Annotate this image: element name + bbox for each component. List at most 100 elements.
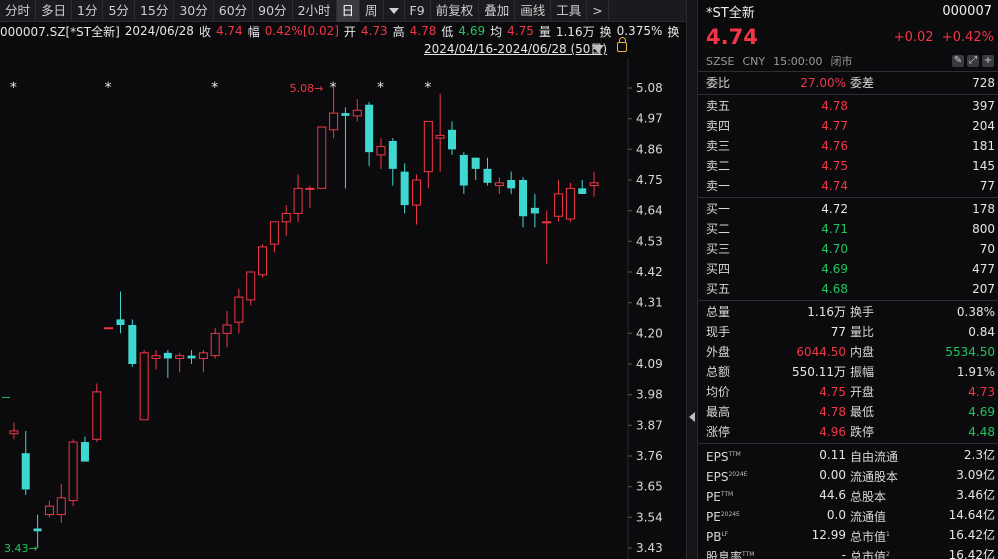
ask-volume: 397 bbox=[972, 99, 995, 113]
ask-price: 4.77 bbox=[821, 119, 848, 133]
add-icon[interactable]: + bbox=[982, 55, 994, 67]
stat-value: 4.75 bbox=[819, 385, 846, 399]
edit-icon[interactable]: ✎ bbox=[952, 55, 964, 67]
period-tab-9[interactable]: 日 bbox=[336, 0, 361, 22]
candle-body bbox=[435, 134, 445, 139]
bid-price: 4.70 bbox=[821, 242, 848, 256]
ask-row[interactable]: 卖三 4.76 181 bbox=[698, 136, 998, 156]
event-star-mark: * bbox=[377, 80, 384, 96]
period-tab-14[interactable]: 画线 bbox=[515, 0, 552, 22]
symbol-label: 000007.SZ[*ST全新] bbox=[0, 24, 120, 39]
close-label: 收 bbox=[198, 24, 211, 39]
candle-body bbox=[246, 271, 256, 301]
ask-price: 4.76 bbox=[821, 139, 848, 153]
price-change: +0.02 +0.42% bbox=[894, 30, 994, 45]
candle-body bbox=[519, 180, 528, 217]
period-tab-5[interactable]: 30分 bbox=[174, 0, 214, 22]
lock-icon[interactable] bbox=[617, 37, 627, 52]
bid-row[interactable]: 买二 4.71 800 bbox=[698, 219, 998, 239]
kline-svg[interactable]: 5.08 4.97 4.86 4.75 4.64 4.53 4.42 4.31 4.20 4.09… bbox=[0, 58, 686, 559]
period-tab-10[interactable]: 周 bbox=[360, 0, 384, 22]
candle-body bbox=[9, 430, 19, 435]
period-tab-13[interactable]: 叠加 bbox=[479, 0, 516, 22]
candle-body bbox=[448, 129, 456, 150]
bid-row[interactable]: 买三 4.70 70 bbox=[698, 239, 998, 259]
period-tab-3[interactable]: 5分 bbox=[103, 0, 135, 22]
ask-label: 卖五 bbox=[706, 99, 731, 113]
period-tab-0[interactable]: 分时 bbox=[0, 0, 37, 22]
candle-body bbox=[163, 352, 172, 359]
ask-label: 卖一 bbox=[706, 179, 731, 193]
event-star-mark: * bbox=[105, 80, 112, 96]
panel-divider[interactable] bbox=[686, 0, 698, 559]
low-value: 4.69 bbox=[458, 24, 486, 38]
ask-row[interactable]: 卖一 4.74 77 bbox=[698, 176, 998, 196]
period-tab-8[interactable]: 2小时 bbox=[293, 0, 337, 22]
bid-volume: 477 bbox=[972, 262, 995, 276]
fundamental-value: 16.42亿 bbox=[948, 528, 995, 542]
stat-label: 最高 bbox=[706, 405, 731, 419]
range-dropdown-icon[interactable] bbox=[592, 45, 604, 53]
ask-volume: 77 bbox=[979, 179, 995, 193]
period-tab-6[interactable]: 60分 bbox=[214, 0, 254, 22]
close-value: 4.74 bbox=[215, 24, 243, 38]
candle-body bbox=[258, 246, 268, 276]
candle-body bbox=[269, 221, 279, 245]
fundamentals-table: EPSTTM 0.11 自由流通 2.3亿 EPS2024E 0.00 流通股本 3.09亿 P… bbox=[698, 445, 998, 559]
fundamental-label: 流通值 bbox=[850, 510, 887, 524]
candle-body bbox=[317, 126, 327, 189]
fundamental-value: 12.99 bbox=[811, 528, 846, 542]
kline-chart[interactable]: 5.08 4.97 4.86 4.75 4.64 4.53 4.42 4.31 4.20 4.09… bbox=[0, 58, 686, 559]
bid-row[interactable]: 买一 4.72 178 bbox=[698, 199, 998, 219]
candle-body bbox=[139, 352, 149, 421]
date-range-selector[interactable]: 2024/04/16-2024/06/28 (50日) bbox=[424, 40, 607, 58]
stat-row: 现手 77 量比 0.84 bbox=[698, 322, 998, 342]
candle-body bbox=[578, 188, 587, 194]
stat-row: 总额 550.11万 振幅 1.91% bbox=[698, 362, 998, 382]
stat-row: 最高 4.78 最低 4.69 bbox=[698, 402, 998, 422]
period-more-dropdown[interactable] bbox=[384, 0, 405, 22]
period-tab-15[interactable]: 工具 bbox=[551, 0, 588, 22]
bid-row[interactable]: 买四 4.69 477 bbox=[698, 259, 998, 279]
stat-label: 振幅 bbox=[850, 365, 875, 379]
ask-price: 4.75 bbox=[821, 159, 848, 173]
fundamental-row: EPSTTM 0.11 自由流通 2.3亿 bbox=[698, 445, 998, 465]
ask-row[interactable]: 卖二 4.75 145 bbox=[698, 156, 998, 176]
y-tick-label: 4.09 bbox=[636, 357, 663, 371]
open-value: 4.73 bbox=[360, 24, 388, 38]
fundamental-value: 0.11 bbox=[819, 448, 846, 462]
period-tab-7[interactable]: 90分 bbox=[253, 0, 293, 22]
candle-body bbox=[293, 187, 303, 214]
ask-label: 卖四 bbox=[706, 119, 731, 133]
collapse-arrow-icon[interactable] bbox=[689, 412, 695, 422]
bid-volume: 70 bbox=[979, 242, 995, 256]
ask-row[interactable]: 卖四 4.77 204 bbox=[698, 116, 998, 136]
kline-info-row: 000007.SZ[*ST全新] 2024/06/28 收 4.74 幅 0.42%… bbox=[0, 22, 686, 40]
period-tab-11[interactable]: F9 bbox=[405, 0, 431, 22]
ratio-label: 委比 bbox=[706, 76, 731, 90]
stat-label: 总量 bbox=[706, 305, 731, 319]
date-label: 2024/06/28 bbox=[124, 24, 194, 38]
fundamental-value: 14.64亿 bbox=[948, 508, 995, 522]
bid-row[interactable]: 买五 4.68 207 bbox=[698, 279, 998, 299]
stat-value: 4.96 bbox=[819, 425, 846, 439]
candle-body bbox=[494, 182, 504, 187]
period-tab-2[interactable]: 1分 bbox=[72, 0, 104, 22]
stat-value: 6044.50 bbox=[796, 345, 846, 359]
stat-row: 总量 1.16万 换手 0.38% bbox=[698, 302, 998, 322]
period-tab-12[interactable]: 前复权 bbox=[431, 0, 480, 22]
period-tab-1[interactable]: 多日 bbox=[36, 0, 73, 22]
fundamental-value: 0.0 bbox=[826, 508, 846, 522]
period-tab-4[interactable]: 15分 bbox=[135, 0, 175, 22]
ask-price: 4.78 bbox=[821, 99, 848, 113]
turn-label: 换 bbox=[599, 24, 612, 39]
y-tick-label: 4.64 bbox=[636, 204, 663, 218]
candle-body bbox=[565, 187, 575, 220]
fundamental-label: EPS2024E bbox=[706, 470, 748, 484]
event-star-mark: * bbox=[424, 80, 431, 96]
stat-label: 最低 bbox=[850, 405, 875, 419]
expand-icon[interactable]: ⤢ bbox=[967, 55, 979, 67]
candle-body bbox=[376, 146, 386, 156]
ask-row[interactable]: 卖五 4.78 397 bbox=[698, 96, 998, 116]
period-tab-16[interactable]: > bbox=[587, 0, 609, 22]
